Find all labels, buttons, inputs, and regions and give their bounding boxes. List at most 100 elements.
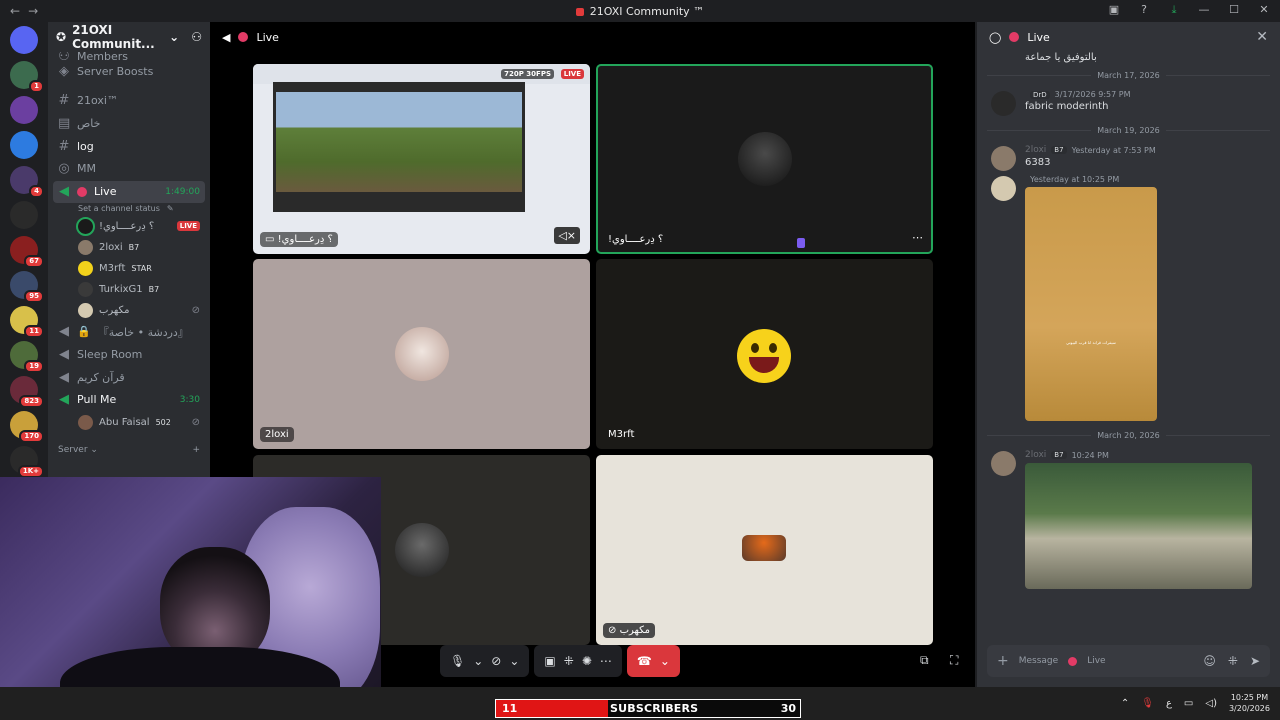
avatar[interactable] xyxy=(991,91,1016,116)
voice-member[interactable]: M3rft STAR xyxy=(48,258,210,279)
network-icon[interactable]: ▭ xyxy=(1184,698,1193,709)
language-indicator[interactable]: ع xyxy=(1166,698,1172,709)
volume-icon[interactable]: ◁) xyxy=(1205,698,1217,709)
channel-text-private[interactable]: ▤ خاص xyxy=(48,112,210,134)
voice-member[interactable]: !؟ دِرعــــاوي LIVE xyxy=(48,216,210,237)
send-icon[interactable]: ➤ xyxy=(1250,654,1260,668)
composer-channel: Live xyxy=(1087,656,1106,666)
disconnect-button[interactable]: ☎ ⌄ xyxy=(626,645,680,677)
avatar xyxy=(395,523,449,577)
participant-tile[interactable]: ⊘ مكهرب xyxy=(596,455,933,645)
channel-text-21oxi[interactable]: #21oxi™ xyxy=(48,90,210,112)
screen-share-icon[interactable]: ▣ xyxy=(544,654,555,668)
channel-server-boosts[interactable]: ◈ Server Boosts xyxy=(48,61,210,83)
voice-member[interactable]: TurkixG1 B7 xyxy=(48,279,210,300)
participant-tile[interactable]: 2loxi xyxy=(253,259,590,449)
username[interactable]: 2loxi xyxy=(1025,145,1046,155)
avatar[interactable] xyxy=(991,176,1016,201)
voice-member[interactable]: 2loxi B7 xyxy=(48,237,210,258)
avatar[interactable] xyxy=(991,451,1016,476)
channel-status[interactable]: Set a channel status ✎ xyxy=(48,203,210,215)
microphone-icon[interactable]: 🎙 xyxy=(1141,698,1154,709)
server-list: 1 4 67 95 11 19 823 170 1K+ xyxy=(0,22,48,509)
guild-icon[interactable] xyxy=(10,201,38,229)
close-icon[interactable]: ✕ xyxy=(1256,29,1268,45)
channel-text-log[interactable]: # log xyxy=(48,135,210,157)
guild-icon[interactable]: 1 xyxy=(10,61,44,93)
speaker-icon: ◀ xyxy=(59,369,69,385)
guild-icon[interactable]: 1K+ xyxy=(10,446,44,478)
close-window-icon[interactable]: ✕ xyxy=(1256,3,1272,17)
discord-home-icon[interactable] xyxy=(10,26,38,54)
channel-voice-private[interactable]: ◀ 🔒 『دردشة • خاصة』 xyxy=(48,321,210,343)
add-member-icon[interactable]: ⚇ xyxy=(191,30,202,44)
add-channel-icon[interactable]: + xyxy=(192,445,200,455)
chevron-down-icon[interactable]: ⌄ xyxy=(473,654,483,668)
download-icon[interactable]: ⤓ xyxy=(1166,3,1182,17)
chat-bubble-icon: ◯ xyxy=(989,30,1002,44)
microphone-icon[interactable]: 🎙 xyxy=(450,654,465,668)
subscriber-count: 11 xyxy=(496,700,608,717)
date-divider: March 17, 2026 xyxy=(987,71,1270,80)
channel-voice-quran[interactable]: ◀ قرآن كريم xyxy=(48,366,210,388)
guild-icon[interactable]: 4 xyxy=(10,166,44,198)
voice-member[interactable]: Abu Faisal 502 ⊘ xyxy=(48,412,210,433)
message-image[interactable] xyxy=(1025,463,1252,589)
channel-voice-live[interactable]: ◀ Live 1:49:00 xyxy=(53,180,205,203)
help-icon[interactable]: ? xyxy=(1136,3,1152,17)
avatar xyxy=(395,327,449,381)
volume-mute-icon[interactable]: ◁× xyxy=(554,227,580,244)
fullscreen-icon[interactable]: ⛶ xyxy=(950,653,958,668)
clock[interactable]: 10:25 PM 3/20/2026 xyxy=(1229,692,1270,714)
channel-mm[interactable]: ◎ MM xyxy=(48,158,210,180)
channel-voice-pull-me[interactable]: ◀ Pull Me 3:30 xyxy=(48,389,210,411)
username[interactable]: 2loxi xyxy=(1025,450,1046,460)
maximize-icon[interactable]: ☐ xyxy=(1226,3,1242,17)
chevron-up-icon[interactable]: ⌃ xyxy=(1121,698,1129,709)
pop-out-icon[interactable]: ⧉ xyxy=(920,653,929,668)
forward-arrow-icon[interactable]: → xyxy=(28,4,38,18)
server-header[interactable]: ✪ 21OXI Communit... ⌄ ⚇ xyxy=(48,22,210,52)
window-controls: ▣ ? ⤓ — ☐ ✕ xyxy=(1106,3,1272,17)
activities-icon[interactable]: ⁜ xyxy=(564,654,574,668)
hash-icon: # xyxy=(58,138,70,154)
system-tray: ⌃ 🎙 ع ▭ ◁) 10:25 PM 3/20/2026 xyxy=(1121,692,1270,714)
apps-icon[interactable]: ⁜ xyxy=(1228,654,1238,668)
guild-icon[interactable] xyxy=(10,131,38,159)
channel-voice-sleep[interactable]: ◀ Sleep Room xyxy=(48,343,210,365)
soundboard-icon[interactable]: ✺ xyxy=(582,654,592,668)
chevron-down-icon: ⌄ xyxy=(659,654,670,668)
category-server[interactable]: Server ⌄ + xyxy=(48,441,210,459)
channel-members[interactable]: ⚇ Members xyxy=(48,52,210,60)
more-options-icon[interactable]: ⋯ xyxy=(912,231,923,244)
minimize-icon[interactable]: — xyxy=(1196,3,1212,17)
avatar[interactable] xyxy=(991,146,1016,171)
guild-icon[interactable]: 95 xyxy=(10,271,44,303)
more-options-icon[interactable]: ⋯ xyxy=(600,654,612,668)
stream-tile[interactable]: 720P 30FPS LIVE ▭ !؟ دِرعــــاوي ◁× xyxy=(253,64,590,254)
chevron-down-icon: ⌄ xyxy=(87,444,98,455)
message-composer[interactable]: + Message Live ☺ ⁜ ➤ xyxy=(987,645,1270,677)
chevron-down-icon[interactable]: ⌄ xyxy=(509,654,519,668)
message-image[interactable]: سيفرات قراند انا قرب البيوتي xyxy=(1025,187,1157,421)
chat-message: DrD 3/17/2026 9:57 PM fabric moderinth xyxy=(977,88,1280,118)
guild-icon[interactable] xyxy=(10,96,38,124)
voice-member[interactable]: مكهرب ⊘ xyxy=(48,300,210,321)
back-arrow-icon[interactable]: ← xyxy=(10,4,20,18)
emoji-icon[interactable]: ☺ xyxy=(1203,654,1216,668)
audio-controls: 🎙 ⌄ ⊘ ⌄ xyxy=(440,645,530,677)
guild-icon[interactable]: 19 xyxy=(10,341,44,373)
participant-tile[interactable]: M3rft xyxy=(596,259,933,449)
server-name: 21OXI Communit... xyxy=(72,23,155,51)
inbox-icon[interactable]: ▣ xyxy=(1106,3,1122,17)
guild-icon[interactable]: 823 xyxy=(10,376,44,408)
timestamp: 10:24 PM xyxy=(1071,450,1109,460)
add-attachment-icon[interactable]: + xyxy=(997,653,1009,669)
guild-icon[interactable]: 67 xyxy=(10,236,44,268)
guild-icon[interactable]: 170 xyxy=(10,411,44,443)
participant-tile[interactable]: !؟ دِرعــــاوي ⋯ xyxy=(596,64,933,254)
camera-off-icon[interactable]: ⊘ xyxy=(491,654,501,668)
image-caption: سيفرات قراند انا قرب البيوتي xyxy=(1066,340,1116,345)
channel-sidebar: ✪ 21OXI Communit... ⌄ ⚇ ⚇ Members ◈ Server… xyxy=(48,22,210,477)
guild-icon[interactable]: 11 xyxy=(10,306,44,338)
